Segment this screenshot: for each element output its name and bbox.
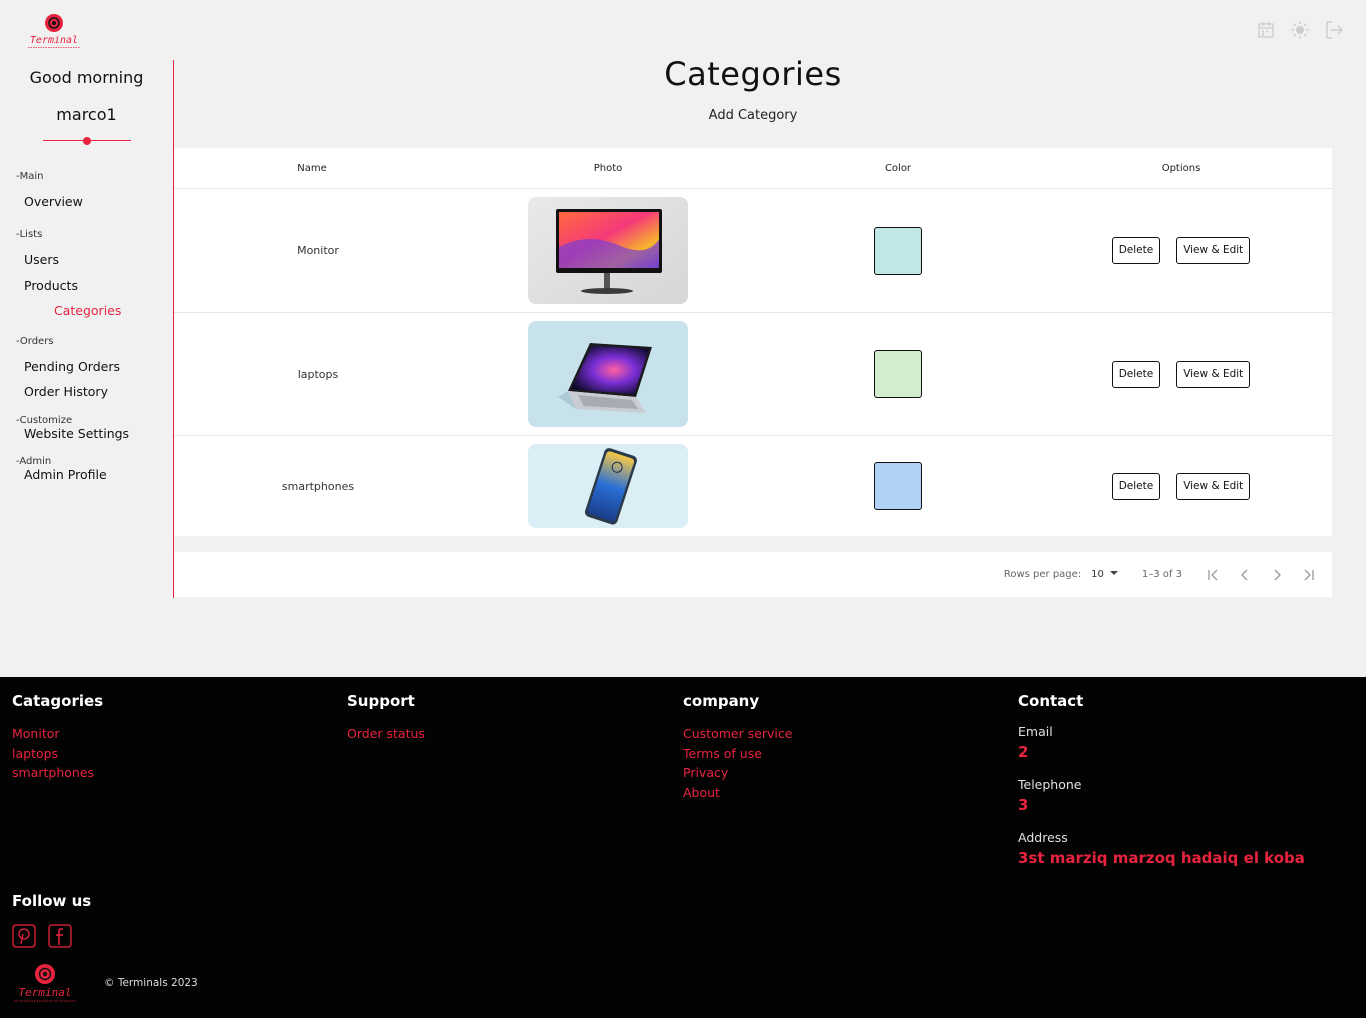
section-main: -Main (16, 171, 44, 182)
color-swatch (874, 226, 922, 275)
table-row: laptops Delete View & Edit (174, 313, 1332, 436)
sidebar-item-pending-orders[interactable]: Pending Orders (0, 359, 173, 374)
follow-us-title: Follow us (12, 892, 92, 910)
email-label: Email (1018, 724, 1053, 739)
footer-support: Support Order status (347, 692, 425, 744)
section-customize: -Customize (16, 415, 73, 426)
footer-link-monitor[interactable]: Monitor (12, 724, 103, 744)
footer-contact: Contact Email 2 Telephone 3 Address 3st … (1018, 692, 1305, 883)
footer-link-order-status[interactable]: Order status (347, 724, 425, 744)
categories-table: Name Photo Color Options Monitor Delete … (174, 148, 1332, 536)
svg-text:Terminal: Terminal (19, 986, 72, 999)
telephone-value: 3 (1018, 796, 1029, 814)
last-page-icon[interactable] (1300, 566, 1318, 584)
color-swatch (874, 462, 922, 510)
brand-logo[interactable]: Terminal (24, 12, 84, 50)
view-edit-button[interactable]: View & Edit (1176, 472, 1251, 500)
facebook-icon[interactable] (48, 924, 72, 948)
footer-company-title: company (683, 692, 760, 710)
username-divider (42, 136, 131, 145)
footer-link-terms[interactable]: Terms of use (683, 744, 792, 764)
table-header: Name Photo Color Options (174, 148, 1332, 189)
sidebar-item-admin-profile[interactable]: Admin Profile (0, 467, 173, 482)
category-name: smartphones (281, 479, 355, 493)
smartphone-photo (528, 444, 688, 528)
sidebar-nav: -Main Overview -Lists Users Products Cat… (0, 171, 173, 482)
color-swatch (874, 350, 922, 398)
prev-page-icon[interactable] (1236, 566, 1254, 584)
sidebar-item-categories[interactable]: Categories (0, 303, 173, 318)
sun-icon[interactable] (1290, 20, 1310, 40)
sidebar-item-website-settings[interactable]: Website Settings (0, 426, 173, 441)
first-page-icon[interactable] (1204, 566, 1222, 584)
delete-button[interactable]: Delete (1111, 360, 1161, 388)
header-options[interactable]: Options (1030, 163, 1332, 174)
footer-company: company Customer service Terms of use Pr… (683, 692, 792, 802)
header-photo[interactable]: Photo (450, 163, 766, 174)
table-row: Monitor Delete View & Edit (174, 189, 1332, 313)
telephone-label: Telephone (1018, 777, 1082, 792)
section-orders: -Orders (16, 336, 54, 347)
view-edit-button[interactable]: View & Edit (1176, 237, 1251, 264)
monitor-photo (528, 197, 688, 304)
chevron-down-icon (1109, 570, 1118, 575)
category-name: laptops (297, 367, 339, 381)
sidebar-item-users[interactable]: Users (0, 252, 173, 267)
sidebar: Good morning marco1 -Main Overview -List… (0, 60, 174, 598)
header-toolbar (1256, 20, 1344, 40)
footer-support-title: Support (347, 692, 415, 710)
address-label: Address (1018, 830, 1068, 845)
laptop-photo (528, 321, 688, 427)
page-range: 1–3 of 3 (1141, 569, 1182, 580)
category-name: Monitor (297, 244, 339, 257)
rows-per-page-select[interactable]: 10 (1091, 568, 1118, 582)
footer-logo[interactable]: Terminal (12, 961, 80, 1007)
header-color[interactable]: Color (766, 163, 1030, 174)
brand-name: Terminal (30, 35, 78, 46)
email-value: 2 (1018, 743, 1029, 761)
footer-categories-title: Catagories (12, 692, 104, 710)
username: marco1 (56, 105, 117, 124)
copyright: © Terminals 2023 (104, 977, 198, 989)
header-name[interactable]: Name (174, 163, 450, 174)
divider-dot (82, 136, 91, 145)
calendar-icon[interactable] (1256, 20, 1276, 40)
footer-link-smartphones[interactable]: smartphones (12, 763, 103, 783)
sidebar-item-products[interactable]: Products (0, 278, 173, 293)
page-title: Categories (664, 55, 842, 93)
logout-icon[interactable] (1324, 20, 1344, 40)
address-value: 3st marziq marzoq hadaiq el koba (1018, 849, 1305, 867)
greeting: Good morning (29, 68, 144, 87)
rows-per-page-value: 10 (1091, 569, 1104, 580)
footer-link-about[interactable]: About (683, 783, 792, 803)
footer: Catagories Monitor laptops smartphones S… (0, 677, 1366, 1018)
table-row: smartphones Delete View & Edit (174, 436, 1332, 536)
footer-contact-title: Contact (1018, 692, 1084, 710)
add-category-link[interactable]: Add Category (174, 108, 1332, 123)
pinterest-icon[interactable] (12, 924, 36, 948)
footer-link-privacy[interactable]: Privacy (683, 763, 792, 783)
rows-per-page-label: Rows per page: (1003, 569, 1082, 580)
view-edit-button[interactable]: View & Edit (1176, 360, 1251, 388)
footer-link-laptops[interactable]: laptops (12, 744, 103, 764)
footer-categories: Catagories Monitor laptops smartphones (12, 692, 103, 783)
section-lists: -Lists (16, 229, 43, 240)
delete-button[interactable]: Delete (1111, 472, 1161, 500)
social-links (12, 924, 72, 948)
sidebar-item-order-history[interactable]: Order History (0, 384, 173, 399)
next-page-icon[interactable] (1268, 566, 1286, 584)
table-pagination: Rows per page: 10 1–3 of 3 (174, 552, 1332, 597)
section-admin: -Admin (16, 456, 52, 467)
delete-button[interactable]: Delete (1111, 237, 1161, 264)
footer-link-customer-service[interactable]: Customer service (683, 724, 792, 744)
sidebar-item-overview[interactable]: Overview (0, 194, 173, 209)
